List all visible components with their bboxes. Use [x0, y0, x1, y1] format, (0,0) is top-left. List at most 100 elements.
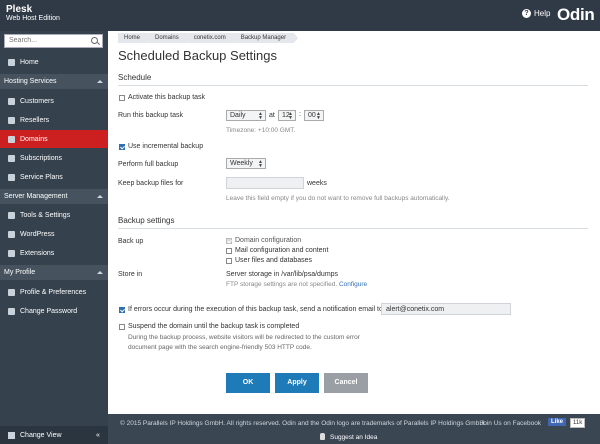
suggest-idea-link[interactable]: Suggest an Idea	[330, 434, 377, 441]
keep-hint: Leave this field empty if you do not wan…	[226, 195, 450, 202]
sidebar-item-profile-preferences[interactable]: Profile & Preferences	[0, 283, 108, 301]
help-label: Help	[534, 9, 551, 18]
store-value: Server storage in /var/lib/psa/dumps	[226, 271, 339, 278]
breadcrumb-domain[interactable]: conetix.com	[187, 33, 238, 43]
globe-icon	[8, 135, 15, 143]
notify-checkbox[interactable]	[119, 307, 125, 313]
run-frequency-value: Daily	[230, 112, 246, 119]
change-view-label: Change View	[20, 431, 62, 439]
sidebar-item-label: Tools & Settings	[20, 211, 71, 219]
search-box[interactable]	[4, 34, 103, 48]
ftp-status: FTP storage settings are not specified.	[226, 281, 338, 288]
chevron-updown-icon: ▲ ▼	[258, 111, 263, 121]
chevron-updown-icon: ▲ ▼	[258, 159, 263, 169]
breadcrumb-home[interactable]: Home	[118, 33, 153, 43]
notify-email-input[interactable]: alert@conetix.com	[381, 303, 511, 315]
collapse-icon[interactable]	[97, 195, 103, 198]
chevron-updown-icon: ▲ ▼	[316, 111, 321, 121]
activate-checkbox[interactable]	[119, 95, 125, 101]
help-button[interactable]: ? Help	[522, 9, 550, 18]
keep-label: Keep backup files for	[118, 180, 184, 187]
domain-config-checkbox[interactable]	[226, 238, 232, 244]
search-input[interactable]	[9, 37, 89, 44]
search-icon[interactable]	[91, 37, 98, 44]
sidebar-item-home[interactable]: Home	[0, 53, 108, 71]
subscription-icon	[8, 154, 15, 162]
incremental-checkbox[interactable]	[119, 144, 125, 150]
collapse-sidebar-icon[interactable]: «	[96, 432, 100, 439]
suspend-checkbox[interactable]	[119, 324, 125, 330]
copyright-text: © 2015 Parallels IP Holdings GmbH. All r…	[120, 420, 486, 427]
profile-icon	[8, 288, 15, 296]
suspend-hint-line-2: document page with the search engine-fri…	[128, 344, 312, 351]
tools-icon	[8, 211, 15, 219]
suspend-label: Suspend the domain until the backup task…	[128, 323, 300, 330]
sidebar-item-wordpress[interactable]: WordPress	[0, 225, 108, 243]
sidebar-item-label: Home	[20, 58, 39, 66]
files-checkbox[interactable]	[226, 258, 232, 264]
service-plan-icon	[8, 173, 15, 181]
change-view-button[interactable]: Change View «	[0, 426, 108, 444]
sidebar-item-label: Customers	[20, 97, 54, 105]
cancel-button[interactable]: Cancel	[324, 373, 368, 393]
run-label: Run this backup task	[118, 112, 183, 119]
minute-select[interactable]: 00 ▲ ▼	[304, 110, 324, 121]
facebook-like-button[interactable]: Like	[548, 418, 567, 426]
breadcrumb: Home Domains conetix.com Backup Manager	[118, 33, 299, 43]
breadcrumb-domains[interactable]: Domains	[149, 33, 191, 43]
sidebar-item-subscriptions[interactable]: Subscriptions	[0, 149, 108, 167]
join-facebook-link[interactable]: Join Us on Facebook	[480, 420, 541, 427]
collapse-icon[interactable]	[97, 271, 103, 274]
minute-value: 00	[308, 112, 316, 119]
keep-unit: weeks	[307, 180, 327, 187]
sidebar-item-tools-settings[interactable]: Tools & Settings	[0, 206, 108, 224]
brand-edition: Web Host Edition	[6, 15, 60, 22]
full-backup-label: Perform full backup	[118, 161, 179, 168]
hour-select[interactable]: 12 ▲ ▼	[278, 110, 296, 121]
apply-button[interactable]: Apply	[275, 373, 319, 393]
footer: © 2015 Parallels IP Holdings GmbH. All r…	[108, 414, 600, 444]
main-content: Home Domains conetix.com Backup Manager …	[108, 31, 600, 414]
section-label: Hosting Services	[4, 78, 57, 85]
sidebar-section-my-profile[interactable]: My Profile	[0, 265, 108, 280]
run-frequency-select[interactable]: Daily ▲ ▼	[226, 110, 266, 121]
full-backup-value: Weekly	[230, 160, 253, 167]
sidebar-item-extensions[interactable]: Extensions	[0, 244, 108, 262]
divider	[118, 85, 588, 86]
sidebar-item-change-password[interactable]: Change Password	[0, 302, 108, 320]
change-view-icon	[8, 431, 15, 439]
wordpress-icon	[8, 230, 15, 238]
like-count: 11k	[570, 418, 586, 428]
lightbulb-icon	[320, 433, 325, 440]
backup-settings-heading: Backup settings	[118, 216, 175, 225]
brand[interactable]: Plesk Web Host Edition	[6, 5, 60, 23]
sidebar-item-label: Profile & Preferences	[20, 288, 87, 296]
sidebar-item-label: Change Password	[20, 307, 78, 315]
sidebar-section-server-management[interactable]: Server Management	[0, 189, 108, 204]
full-backup-select[interactable]: Weekly ▲ ▼	[226, 158, 266, 169]
configure-link[interactable]: Configure	[339, 281, 367, 288]
sidebar-item-label: Resellers	[20, 116, 50, 124]
sidebar-section-hosting-services[interactable]: Hosting Services	[0, 74, 108, 89]
brand-name: Plesk	[6, 4, 33, 15]
at-label: at	[269, 112, 275, 119]
section-label: My Profile	[4, 269, 36, 276]
incremental-label: Use incremental backup	[128, 143, 204, 150]
suspend-hint-line-1: During the backup process, website visit…	[128, 334, 360, 341]
page-title: Scheduled Backup Settings	[118, 48, 277, 63]
top-bar: Plesk Web Host Edition ? Help Odin	[0, 0, 600, 31]
breadcrumb-backup-manager[interactable]: Backup Manager	[234, 33, 299, 43]
key-icon	[8, 307, 15, 315]
sidebar-item-service-plans[interactable]: Service Plans	[0, 168, 108, 186]
collapse-icon[interactable]	[97, 80, 103, 83]
ok-button[interactable]: OK	[226, 373, 270, 393]
sidebar-item-customers[interactable]: Customers	[0, 92, 108, 110]
domain-config-label: Domain configuration	[235, 237, 302, 244]
customer-icon	[8, 97, 15, 105]
sidebar-item-domains[interactable]: Domains	[0, 130, 108, 148]
sidebar-item-resellers[interactable]: Resellers	[0, 111, 108, 129]
timezone-text: Timezone: +10:00 GMT.	[226, 127, 296, 134]
store-in-label: Store in	[118, 271, 143, 278]
mail-checkbox[interactable]	[226, 248, 232, 254]
keep-weeks-input[interactable]	[226, 177, 304, 189]
